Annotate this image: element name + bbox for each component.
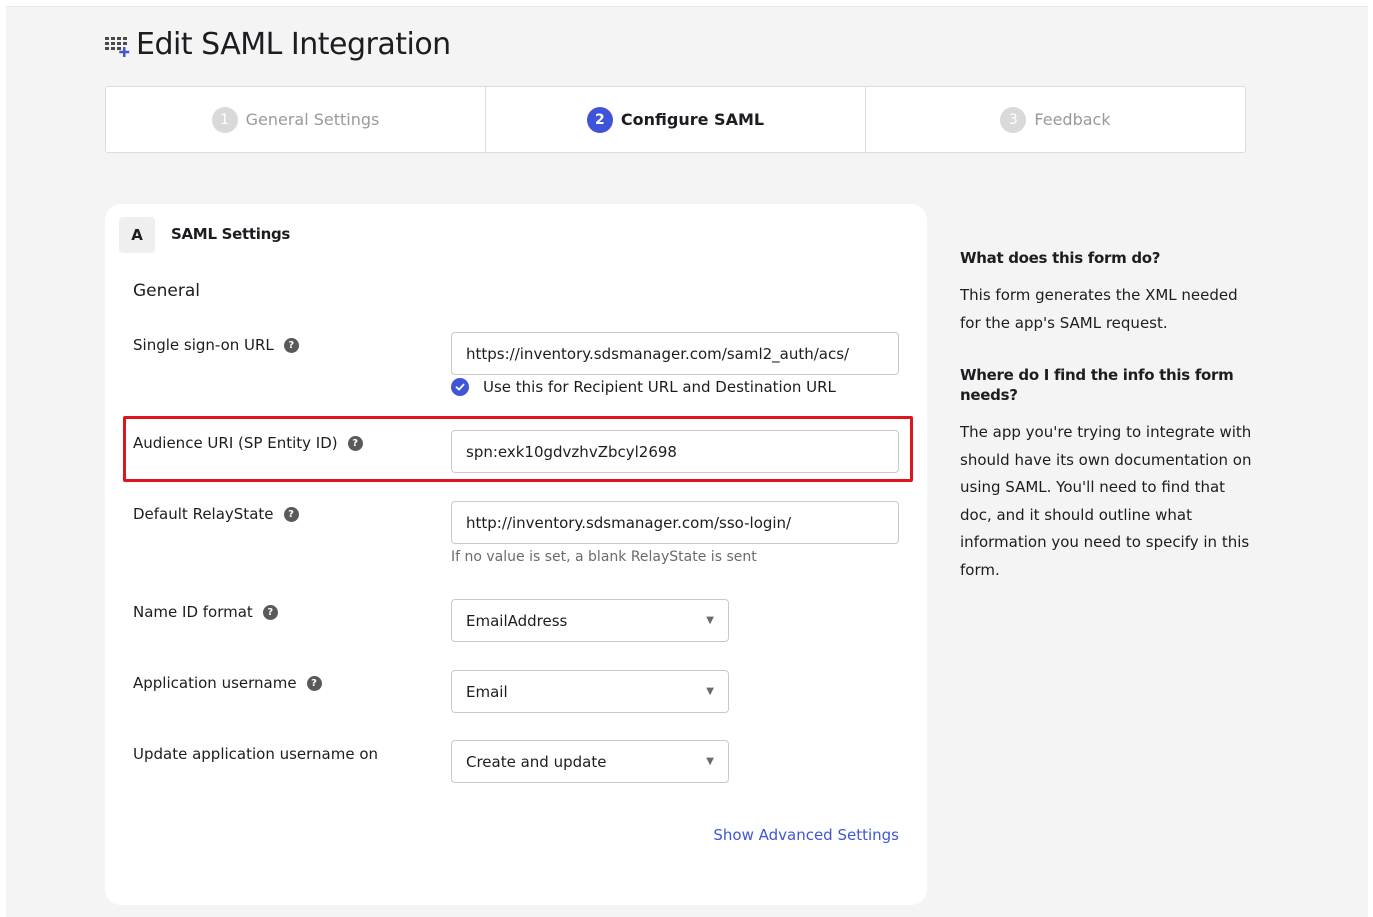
caret-down-icon: ▼ (706, 615, 714, 626)
aside-answer-1: This form generates the XML needed for t… (960, 282, 1260, 337)
wizard-steps: 1 General Settings 2 Configure SAML 3 Fe… (105, 86, 1246, 153)
step-label: Feedback (1034, 110, 1111, 129)
relay-state-hint: If no value is set, a blank RelayState i… (451, 549, 757, 565)
aside-answer-2: The app you're trying to integrate with … (960, 419, 1260, 584)
step-label: Configure SAML (620, 110, 765, 129)
aside-question-2: Where do I find the info this form needs… (960, 365, 1260, 405)
recipient-checkbox-label: Use this for Recipient URL and Destinati… (483, 378, 836, 396)
help-circle-icon[interactable]: ? (283, 506, 299, 522)
aside-heading: Where do I find the info this form needs… (960, 366, 1234, 404)
step-configure-saml[interactable]: 2 Configure SAML (486, 87, 866, 152)
audience-uri-label-text: Audience URI (SP Entity ID) (133, 434, 338, 452)
select-value: Create and update (466, 752, 607, 771)
name-id-format-label: Name ID format ? (133, 603, 278, 621)
relay-state-label-text: Default RelayState (133, 505, 274, 523)
section-title: SAML Settings (171, 225, 291, 243)
select-value: EmailAddress (466, 611, 568, 630)
recipient-checkbox-row[interactable]: Use this for Recipient URL and Destinati… (451, 378, 836, 396)
update-username-label: Update application username on (133, 745, 378, 763)
update-username-label-text: Update application username on (133, 745, 379, 763)
update-username-select[interactable]: Create and update ▼ (451, 740, 729, 783)
app-username-select[interactable]: Email ▼ (451, 670, 729, 713)
relay-state-label: Default RelayState ? (133, 505, 299, 523)
step-feedback[interactable]: 3 Feedback (866, 87, 1245, 152)
step-number: 3 (1000, 106, 1027, 133)
step-label: General Settings (245, 110, 380, 129)
name-id-format-select[interactable]: EmailAddress ▼ (451, 599, 729, 642)
step-number: 2 (586, 106, 613, 133)
sso-url-label-text: Single sign-on URL (133, 336, 274, 354)
app-grid-plus-icon (104, 31, 132, 59)
page-title-text: Edit SAML Integration (136, 27, 451, 62)
sso-url-input[interactable]: https://inventory.sdsmanager.com/saml2_a… (451, 332, 899, 375)
app-username-label-text: Application username (133, 674, 297, 692)
relay-state-input[interactable]: http://inventory.sdsmanager.com/sso-logi… (451, 501, 899, 544)
page-title: Edit SAML Integration (104, 27, 451, 62)
caret-down-icon: ▼ (706, 686, 714, 697)
saml-settings-card: A SAML Settings General Single sign-on U… (105, 204, 927, 905)
audience-uri-input[interactable]: spn:exk10gdvzhvZbcyl2698 (451, 430, 899, 473)
caret-down-icon: ▼ (706, 756, 714, 767)
check-icon[interactable] (451, 378, 469, 396)
step-number: 1 (211, 106, 238, 133)
help-circle-icon[interactable]: ? (283, 337, 299, 353)
step-general-settings[interactable]: 1 General Settings (106, 87, 486, 152)
sso-url-label: Single sign-on URL ? (133, 336, 299, 354)
group-title: General (133, 281, 200, 301)
help-circle-icon[interactable]: ? (347, 435, 363, 451)
show-advanced-settings-link[interactable]: Show Advanced Settings (713, 826, 899, 844)
name-id-format-label-text: Name ID format (133, 603, 253, 621)
aside-paragraph: This form generates the XML needed for t… (960, 286, 1238, 332)
app-username-label: Application username ? (133, 674, 322, 692)
help-circle-icon[interactable]: ? (262, 604, 278, 620)
section-badge: A (119, 217, 155, 253)
select-value: Email (466, 682, 508, 701)
aside-question-1: What does this form do? (960, 248, 1260, 268)
aside-paragraph: The app you're trying to integrate with … (960, 423, 1252, 579)
aside-heading: What does this form do? (960, 249, 1161, 267)
page-background: Edit SAML Integration 1 General Settings… (6, 6, 1368, 917)
audience-uri-label: Audience URI (SP Entity ID) ? (133, 434, 363, 452)
help-circle-icon[interactable]: ? (306, 675, 322, 691)
